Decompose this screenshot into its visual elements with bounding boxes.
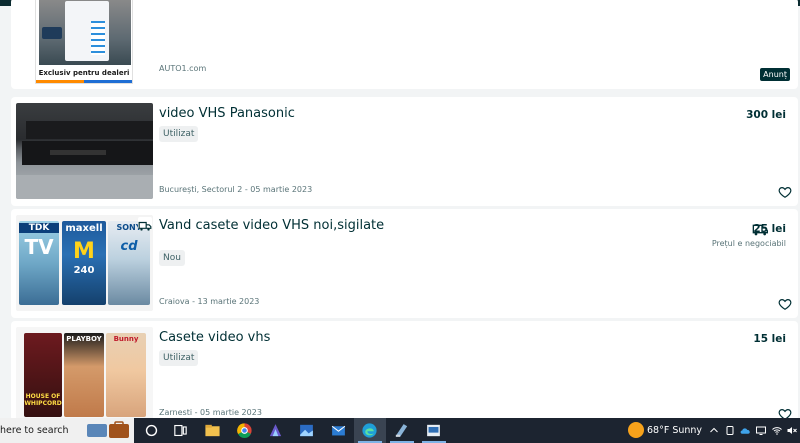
onedrive-icon[interactable] bbox=[739, 422, 752, 439]
volume-muted-icon[interactable] bbox=[786, 422, 798, 439]
file-explorer-icon[interactable] bbox=[204, 422, 221, 439]
chrome-icon[interactable] bbox=[236, 422, 253, 439]
listing-title[interactable]: Vand casete video VHS noi,sigilate bbox=[159, 218, 384, 233]
notification-app-icon[interactable] bbox=[724, 422, 736, 439]
weather-text[interactable]: 68°F Sunny bbox=[647, 425, 702, 436]
listing-location-date: București, Sectorul 2 - 05 martie 2023 bbox=[159, 185, 313, 194]
listing-location-date: Craiova - 13 martie 2023 bbox=[159, 297, 260, 306]
tape-label: PLAYBOY bbox=[66, 335, 102, 343]
mail-icon[interactable] bbox=[330, 422, 347, 439]
edge-icon[interactable] bbox=[361, 422, 378, 439]
taskbar-search[interactable]: here to search bbox=[0, 418, 134, 443]
ad-banner-text: Exclusiv pentru dealeri bbox=[38, 69, 130, 77]
tape-label: TDK bbox=[19, 223, 59, 233]
wifi-icon[interactable] bbox=[771, 422, 783, 439]
negotiable-label: Prețul e negociabil bbox=[711, 239, 786, 248]
tape-logo: M bbox=[73, 239, 95, 264]
listing-image[interactable] bbox=[16, 103, 153, 199]
listing-price: 300 lei bbox=[746, 109, 786, 121]
listing-location-date: Zarnesti - 05 martie 2023 bbox=[159, 408, 262, 417]
listing-title[interactable]: Casete video vhs bbox=[159, 330, 270, 345]
cortana-icon[interactable] bbox=[143, 422, 160, 439]
listing-image[interactable]: HOUSE OF WHIPCORD PLAYBOY Bunny bbox=[16, 327, 153, 421]
ad-stripe bbox=[36, 80, 132, 83]
listing-price: 25 lei bbox=[753, 223, 786, 235]
listing-card[interactable]: TDK TV maxell M 240 SONY cd Vand casete vide… bbox=[11, 209, 798, 318]
tape-label: maxell bbox=[65, 223, 103, 234]
windows-taskbar: here to search 68°F Sunny bbox=[0, 418, 800, 443]
heart-icon[interactable] bbox=[778, 297, 792, 311]
ad-phone-image bbox=[39, 0, 131, 65]
app-icon[interactable] bbox=[267, 422, 284, 439]
tape-label: HOUSE OF WHIPCORD bbox=[24, 393, 62, 407]
tape-logo: TV bbox=[24, 235, 54, 259]
listing-card-ad[interactable]: Exclusiv pentru dealeri AUTO1.com Anunț bbox=[11, 0, 798, 89]
tape-length: 240 bbox=[73, 265, 95, 276]
tape-label: Bunny bbox=[113, 335, 139, 343]
listing-price: 15 lei bbox=[753, 333, 786, 345]
listing-card[interactable]: video VHS Panasonic Utilizat București, … bbox=[11, 97, 798, 206]
app-icon[interactable] bbox=[393, 422, 410, 439]
display-icon[interactable] bbox=[755, 422, 767, 439]
listing-title[interactable]: video VHS Panasonic bbox=[159, 106, 295, 121]
task-view-icon[interactable] bbox=[172, 422, 189, 439]
app-icon[interactable] bbox=[425, 422, 442, 439]
car-image bbox=[42, 27, 62, 39]
weather-icon[interactable] bbox=[628, 422, 644, 438]
chevron-up-icon[interactable] bbox=[708, 422, 720, 439]
condition-badge: Nou bbox=[159, 250, 185, 266]
ad-image: Exclusiv pentru dealeri bbox=[35, 0, 133, 84]
delivery-badge-icon bbox=[138, 217, 152, 231]
heart-icon[interactable] bbox=[778, 185, 792, 199]
photos-icon[interactable] bbox=[298, 422, 315, 439]
listing-image[interactable]: TDK TV maxell M 240 SONY cd bbox=[16, 215, 153, 311]
condition-badge: Utilizat bbox=[159, 126, 199, 142]
tape-logo: cd bbox=[120, 239, 138, 254]
ad-source: AUTO1.com bbox=[159, 64, 207, 73]
taskbar-search-text: here to search bbox=[0, 425, 69, 436]
search-highlight-icon bbox=[87, 421, 129, 438]
phone-screen bbox=[65, 1, 109, 61]
ad-badge: Anunț bbox=[760, 68, 790, 81]
listing-card[interactable]: HOUSE OF WHIPCORD PLAYBOY Bunny Casete v… bbox=[11, 321, 798, 421]
condition-badge: Utilizat bbox=[159, 350, 199, 366]
